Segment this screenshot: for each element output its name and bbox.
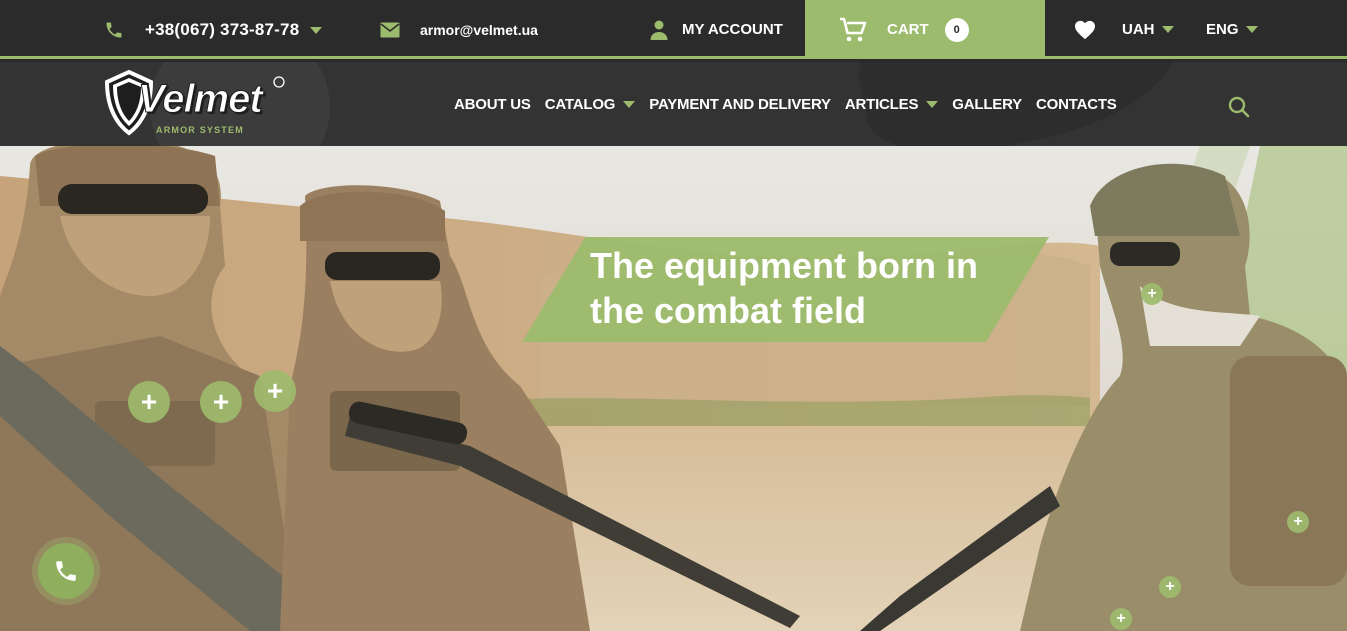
callback-button[interactable] bbox=[38, 543, 94, 599]
hero-banner: The equipment born in the combat field +… bbox=[0, 146, 1347, 631]
hero-slogan: The equipment born in the combat field bbox=[522, 237, 1049, 342]
hero-background-image bbox=[0, 146, 1347, 631]
my-account-link[interactable]: MY ACCOUNT bbox=[650, 0, 783, 59]
product-hotspot[interactable]: + bbox=[1110, 608, 1132, 630]
nav-item-gallery[interactable]: GALLERY bbox=[952, 96, 1022, 113]
product-hotspot[interactable]: + bbox=[1159, 576, 1181, 598]
cart-icon bbox=[840, 17, 867, 41]
email-link[interactable]: armor@velmet.ua bbox=[380, 0, 538, 59]
chevron-down-icon[interactable] bbox=[623, 100, 636, 108]
logo-tagline: ARMOR SYSTEM bbox=[156, 125, 244, 135]
account-label: MY ACCOUNT bbox=[682, 21, 783, 38]
cart-button[interactable]: CART 0 bbox=[805, 0, 1045, 59]
cart-label: CART bbox=[887, 21, 929, 38]
search-button[interactable] bbox=[1228, 96, 1250, 123]
product-hotspot[interactable]: + bbox=[1287, 511, 1309, 533]
phone-icon bbox=[106, 22, 122, 37]
nav-item-label[interactable]: CONTACTS bbox=[1036, 96, 1117, 113]
top-bar: +38(067) 373-87-78 armor@velmet.ua MY AC… bbox=[0, 0, 1347, 59]
nav-item-catalog[interactable]: CATALOG bbox=[545, 96, 636, 113]
chevron-down-icon[interactable] bbox=[926, 100, 939, 108]
phone-number[interactable]: +38(067) 373-87-78 bbox=[145, 20, 299, 40]
nav-item-payment-delivery[interactable]: PAYMENT AND DELIVERY bbox=[649, 96, 831, 113]
nav-item-label[interactable]: ABOUT US bbox=[454, 96, 531, 113]
chevron-down-icon bbox=[1161, 26, 1174, 33]
cart-count-badge: 0 bbox=[944, 17, 969, 42]
phone-icon bbox=[56, 561, 76, 581]
product-hotspot[interactable]: + bbox=[128, 381, 170, 423]
language-value: ENG bbox=[1206, 21, 1239, 38]
nav-item-contacts[interactable]: CONTACTS bbox=[1036, 96, 1117, 113]
currency-selector[interactable]: UAH bbox=[1122, 0, 1174, 59]
heart-icon bbox=[1075, 20, 1095, 39]
language-selector[interactable]: ENG bbox=[1206, 0, 1258, 59]
nav-item-label[interactable]: PAYMENT AND DELIVERY bbox=[649, 96, 831, 113]
main-navigation: Velmet ARMOR SYSTEM ABOUT US CATALOG PAY… bbox=[0, 62, 1347, 146]
user-icon bbox=[650, 20, 668, 40]
product-hotspot[interactable]: + bbox=[1141, 283, 1163, 305]
wishlist-button[interactable] bbox=[1074, 0, 1096, 59]
nav-item-label[interactable]: CATALOG bbox=[545, 96, 616, 113]
nav-menu: ABOUT US CATALOG PAYMENT AND DELIVERY AR… bbox=[454, 62, 1131, 146]
nav-item-articles[interactable]: ARTICLES bbox=[845, 96, 939, 113]
chevron-down-icon bbox=[1245, 26, 1258, 33]
product-hotspot[interactable]: + bbox=[254, 370, 296, 412]
email-address[interactable]: armor@velmet.ua bbox=[420, 22, 538, 38]
nav-item-label[interactable]: GALLERY bbox=[952, 96, 1022, 113]
nav-item-about-us[interactable]: ABOUT US bbox=[454, 96, 531, 113]
chevron-down-icon[interactable] bbox=[310, 27, 323, 34]
logo-brand-text: Velmet bbox=[138, 77, 264, 122]
product-hotspot[interactable]: + bbox=[200, 381, 242, 423]
slogan-line-1: The equipment born in bbox=[590, 245, 978, 286]
nav-item-label[interactable]: ARTICLES bbox=[845, 96, 919, 113]
site-logo[interactable]: Velmet ARMOR SYSTEM bbox=[104, 69, 294, 140]
search-icon bbox=[1228, 96, 1250, 118]
currency-value: UAH bbox=[1122, 21, 1155, 38]
slogan-line-2: the combat field bbox=[590, 290, 867, 331]
mail-icon bbox=[380, 22, 400, 37]
phone-dropdown[interactable]: +38(067) 373-87-78 bbox=[104, 0, 323, 59]
